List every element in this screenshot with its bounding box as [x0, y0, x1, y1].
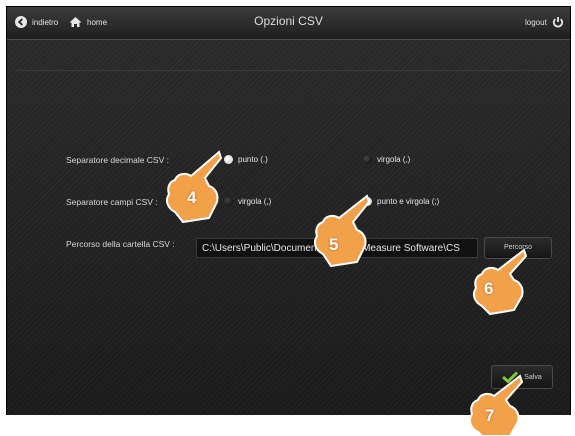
pointing-hand-icon	[166, 150, 223, 224]
logout-label: logout	[525, 17, 547, 27]
app-window: indietro home Opzioni CSV logout Separat…	[6, 6, 571, 432]
radio-field-semicolon[interactable]: punto e virgola (;)	[363, 197, 439, 206]
field-separator-label: Separatore campi CSV :	[66, 197, 158, 207]
pointing-hand-icon	[314, 194, 371, 268]
radio-decimal-point[interactable]: punto (.)	[224, 155, 268, 164]
radio-label: virgola (,)	[238, 197, 272, 206]
logout-button[interactable]: logout	[525, 16, 564, 28]
radio-indicator	[224, 155, 233, 164]
decimal-separator-label: Separatore decimale CSV :	[66, 155, 169, 165]
callout-4: 4	[187, 188, 197, 207]
radio-label: punto e virgola (;)	[377, 197, 440, 206]
radio-field-comma[interactable]: virgola (,)	[224, 197, 271, 206]
radio-indicator	[224, 197, 233, 206]
pointing-hand-icon	[469, 374, 524, 436]
callout-6: 6	[484, 279, 494, 298]
divider	[15, 70, 562, 71]
radio-indicator	[363, 155, 372, 164]
save-label: Salva	[524, 373, 542, 381]
power-icon	[552, 17, 563, 28]
csv-folder-path-label: Percorso della cartella CSV :	[66, 239, 175, 249]
callout-5: 5	[329, 235, 339, 254]
radio-label: virgola (,)	[377, 155, 411, 164]
page-title: Opzioni CSV	[254, 14, 323, 28]
pointing-hand-icon	[473, 248, 528, 316]
callout-7: 7	[485, 406, 495, 425]
top-bar: indietro home Opzioni CSV logout	[7, 7, 570, 40]
radio-label: punto (.)	[238, 155, 268, 164]
radio-decimal-comma[interactable]: virgola (,)	[363, 155, 410, 164]
